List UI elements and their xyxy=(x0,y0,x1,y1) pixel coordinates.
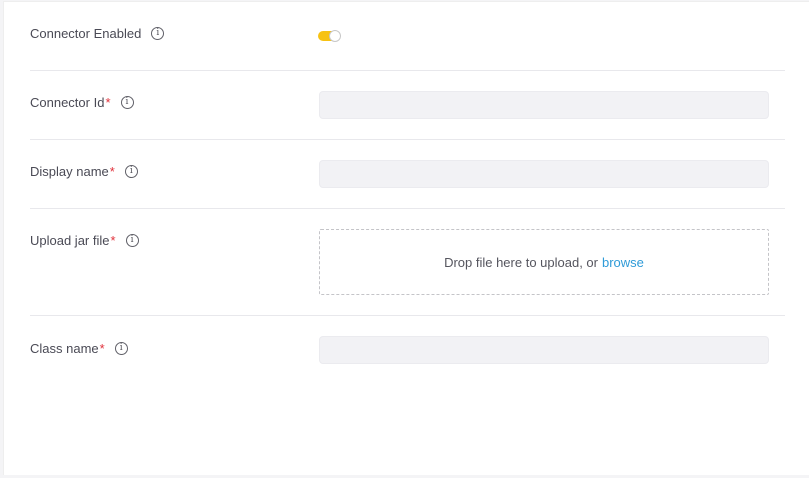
required-asterisk: * xyxy=(105,95,111,110)
required-asterisk: * xyxy=(99,341,105,356)
class-name-row: Class name * i xyxy=(30,316,785,385)
connector-enabled-toggle[interactable] xyxy=(318,30,341,42)
connector-enabled-label-group: Connector Enabled i xyxy=(30,26,165,41)
info-icon[interactable]: i xyxy=(125,234,139,247)
toggle-knob xyxy=(329,30,341,42)
display-name-label: Display name xyxy=(30,164,109,179)
required-asterisk: * xyxy=(110,233,116,248)
connector-id-label: Connector Id xyxy=(30,95,105,110)
browse-link[interactable]: browse xyxy=(602,255,644,270)
info-icon[interactable]: i xyxy=(120,96,134,109)
upload-jar-label: Upload jar file xyxy=(30,233,110,248)
connector-enabled-row: Connector Enabled i xyxy=(30,2,785,71)
info-icon[interactable]: i xyxy=(114,342,128,355)
required-asterisk: * xyxy=(109,164,115,179)
upload-jar-row: Upload jar file * i Drop file here to upl… xyxy=(30,209,785,316)
display-name-input[interactable] xyxy=(319,160,769,188)
connector-id-row: Connector Id * i xyxy=(30,71,785,140)
class-name-input[interactable] xyxy=(319,336,769,364)
connector-id-label-group: Connector Id * i xyxy=(30,95,134,110)
info-icon[interactable]: i xyxy=(151,27,165,40)
dropzone-text: Drop file here to upload, or xyxy=(444,254,598,270)
jar-file-dropzone[interactable]: Drop file here to upload, or browse xyxy=(319,229,769,295)
connector-enabled-label: Connector Enabled xyxy=(30,26,142,41)
class-name-label: Class name xyxy=(30,341,99,356)
info-icon[interactable]: i xyxy=(124,165,138,178)
class-name-label-group: Class name * i xyxy=(30,341,128,356)
upload-jar-label-group: Upload jar file * i xyxy=(30,233,139,248)
display-name-row: Display name * i xyxy=(30,140,785,209)
display-name-label-group: Display name * i xyxy=(30,164,138,179)
connector-form-panel: Connector Enabled i Connector Id * i Disp… xyxy=(3,1,809,475)
connector-id-input[interactable] xyxy=(319,91,769,119)
